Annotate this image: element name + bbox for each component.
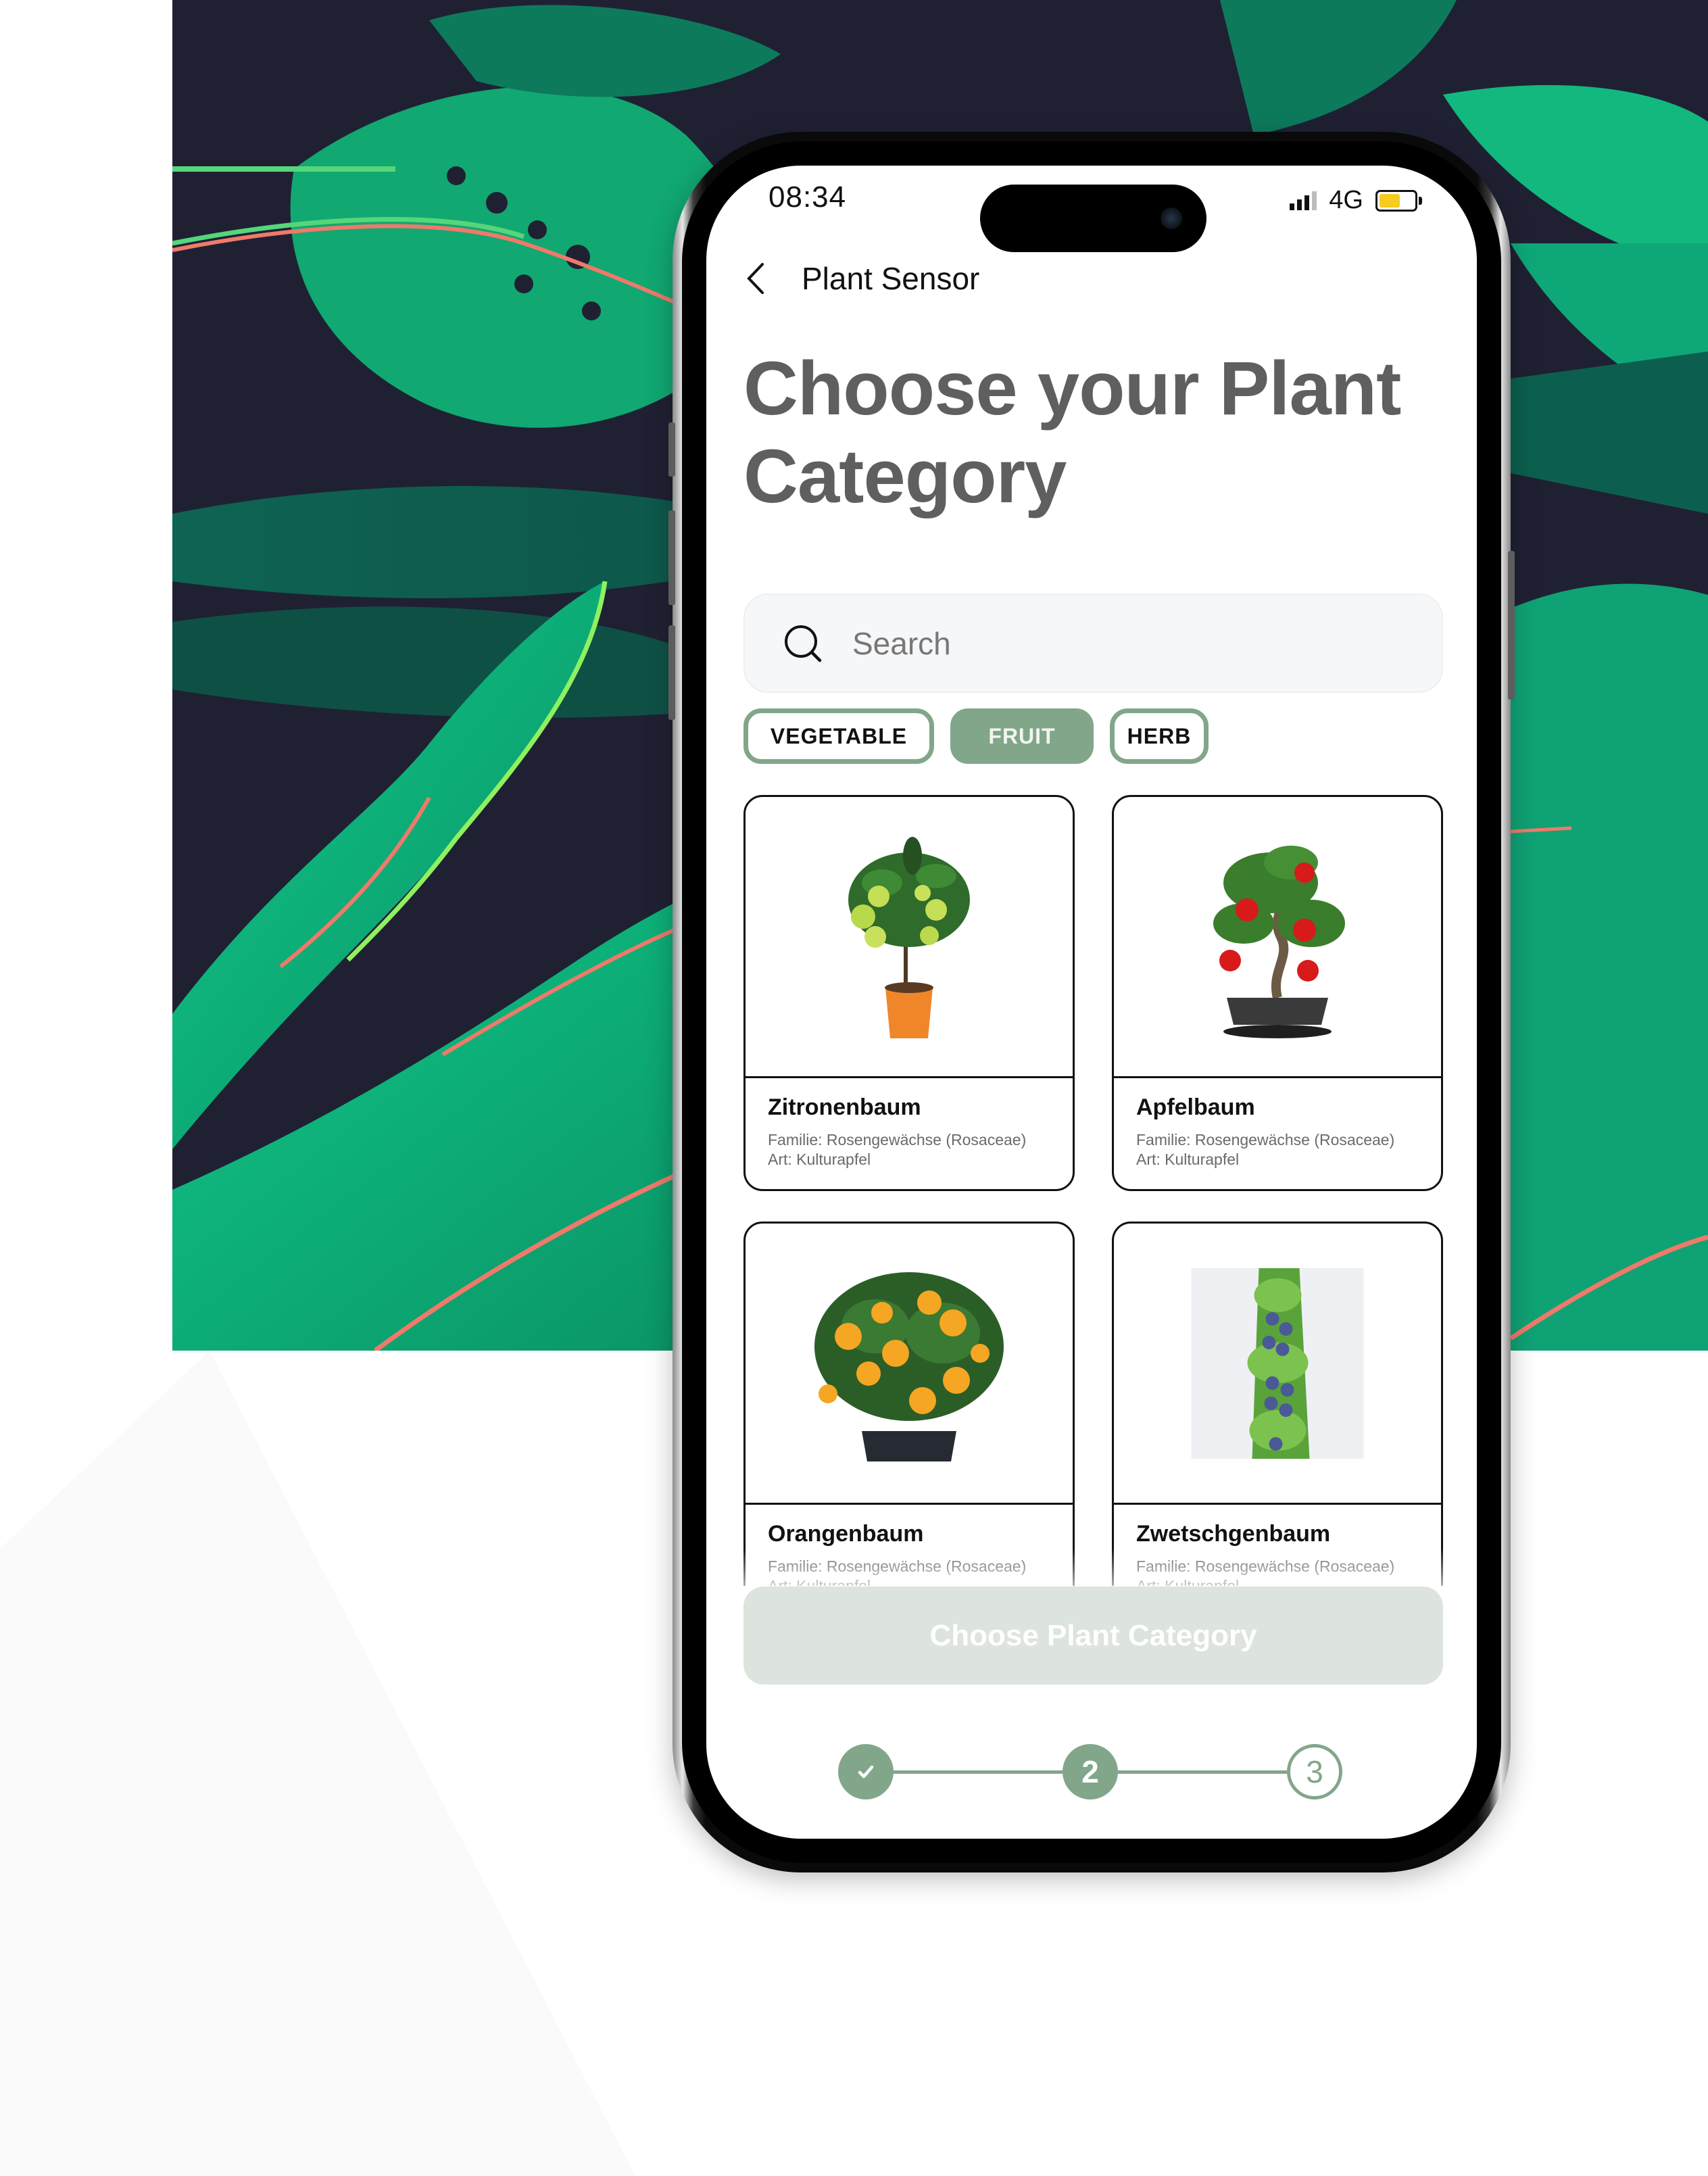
power-button bbox=[1508, 551, 1515, 700]
chip-herb[interactable]: HERB bbox=[1110, 708, 1209, 764]
dynamic-island bbox=[980, 185, 1206, 252]
volume-up-button bbox=[668, 510, 675, 605]
volume-down-button bbox=[668, 625, 675, 720]
plant-species: Art: Kulturapfel bbox=[1136, 1151, 1240, 1168]
plum-column-tree-image bbox=[1191, 1267, 1364, 1459]
page-title-line-2: Category bbox=[743, 434, 1067, 518]
progress-stepper: 2 3 bbox=[838, 1744, 1389, 1799]
plant-family: Familie: Rosengewächse (Rosaceae) bbox=[1136, 1131, 1395, 1149]
page-title-line-1: Choose your Plant bbox=[743, 346, 1401, 431]
plant-grid: Zitronenbaum Familie: Rosengewächse (Ros… bbox=[743, 795, 1443, 1586]
category-filter-chips: VEGETABLE FRUIT HERB bbox=[743, 708, 1209, 764]
nav-title: Plant Sensor bbox=[802, 261, 980, 296]
plant-card-apfelbaum[interactable]: Apfelbaum Familie: Rosengewächse (Rosace… bbox=[1112, 795, 1443, 1191]
orange-tree-image bbox=[814, 1272, 1004, 1461]
plant-name: Orangenbaum bbox=[768, 1521, 924, 1547]
status-time: 08:34 bbox=[768, 180, 847, 214]
plant-name: Zitronenbaum bbox=[768, 1094, 921, 1120]
plant-image-area bbox=[1114, 797, 1441, 1078]
chip-vegetable[interactable]: VEGETABLE bbox=[743, 708, 934, 764]
chevron-left-icon[interactable] bbox=[743, 262, 768, 295]
app-screen: 08:34 4G Plant Sensor Choose your Plant … bbox=[706, 166, 1477, 1839]
battery-icon bbox=[1375, 189, 1422, 212]
page-title: Choose your Plant Category bbox=[743, 345, 1419, 521]
camera-icon bbox=[1161, 208, 1182, 229]
plant-info: Zitronenbaum Familie: Rosengewächse (Ros… bbox=[768, 1094, 1059, 1169]
plant-species: Art: Kulturapfel bbox=[768, 1151, 871, 1168]
step-2-current: 2 bbox=[1063, 1744, 1118, 1799]
status-icons: 4G bbox=[1290, 186, 1422, 215]
plant-image-area bbox=[1114, 1224, 1441, 1505]
stepper-connector bbox=[1118, 1770, 1287, 1774]
list-fade-overlay bbox=[706, 1548, 1477, 1589]
plant-family: Familie: Rosengewächse (Rosaceae) bbox=[768, 1131, 1027, 1149]
step-1-complete bbox=[838, 1744, 894, 1799]
search-input[interactable] bbox=[851, 624, 1394, 662]
plant-card-orangenbaum[interactable]: Orangenbaum Familie: Rosengewächse (Rosa… bbox=[743, 1222, 1075, 1586]
plant-info: Apfelbaum Familie: Rosengewächse (Rosace… bbox=[1136, 1094, 1428, 1169]
step-3-pending: 3 bbox=[1287, 1744, 1342, 1799]
network-type: 4G bbox=[1329, 186, 1363, 214]
checkmark-icon bbox=[858, 1765, 874, 1779]
plant-image-area bbox=[746, 1224, 1073, 1505]
plant-card-zwetschgenbaum[interactable]: Zwetschgenbaum Familie: Rosengewächse (R… bbox=[1112, 1222, 1443, 1586]
action-button bbox=[668, 422, 675, 477]
plant-card-zitronenbaum[interactable]: Zitronenbaum Familie: Rosengewächse (Ros… bbox=[743, 795, 1075, 1191]
top-nav: Plant Sensor bbox=[743, 260, 979, 297]
search-bar[interactable] bbox=[743, 594, 1443, 693]
plant-name: Zwetschgenbaum bbox=[1136, 1521, 1331, 1547]
apple-bonsai-image bbox=[1213, 845, 1345, 1038]
chip-fruit[interactable]: FRUIT bbox=[950, 708, 1094, 764]
signal-icon bbox=[1290, 191, 1317, 210]
background-triangle-shape bbox=[0, 1351, 635, 2176]
plant-image-area bbox=[746, 797, 1073, 1078]
plant-name: Apfelbaum bbox=[1136, 1094, 1255, 1120]
stepper-connector bbox=[894, 1770, 1063, 1774]
lemon-tree-image bbox=[848, 836, 970, 1038]
choose-plant-category-button[interactable]: Choose Plant Category bbox=[743, 1587, 1443, 1685]
search-icon bbox=[785, 625, 822, 662]
